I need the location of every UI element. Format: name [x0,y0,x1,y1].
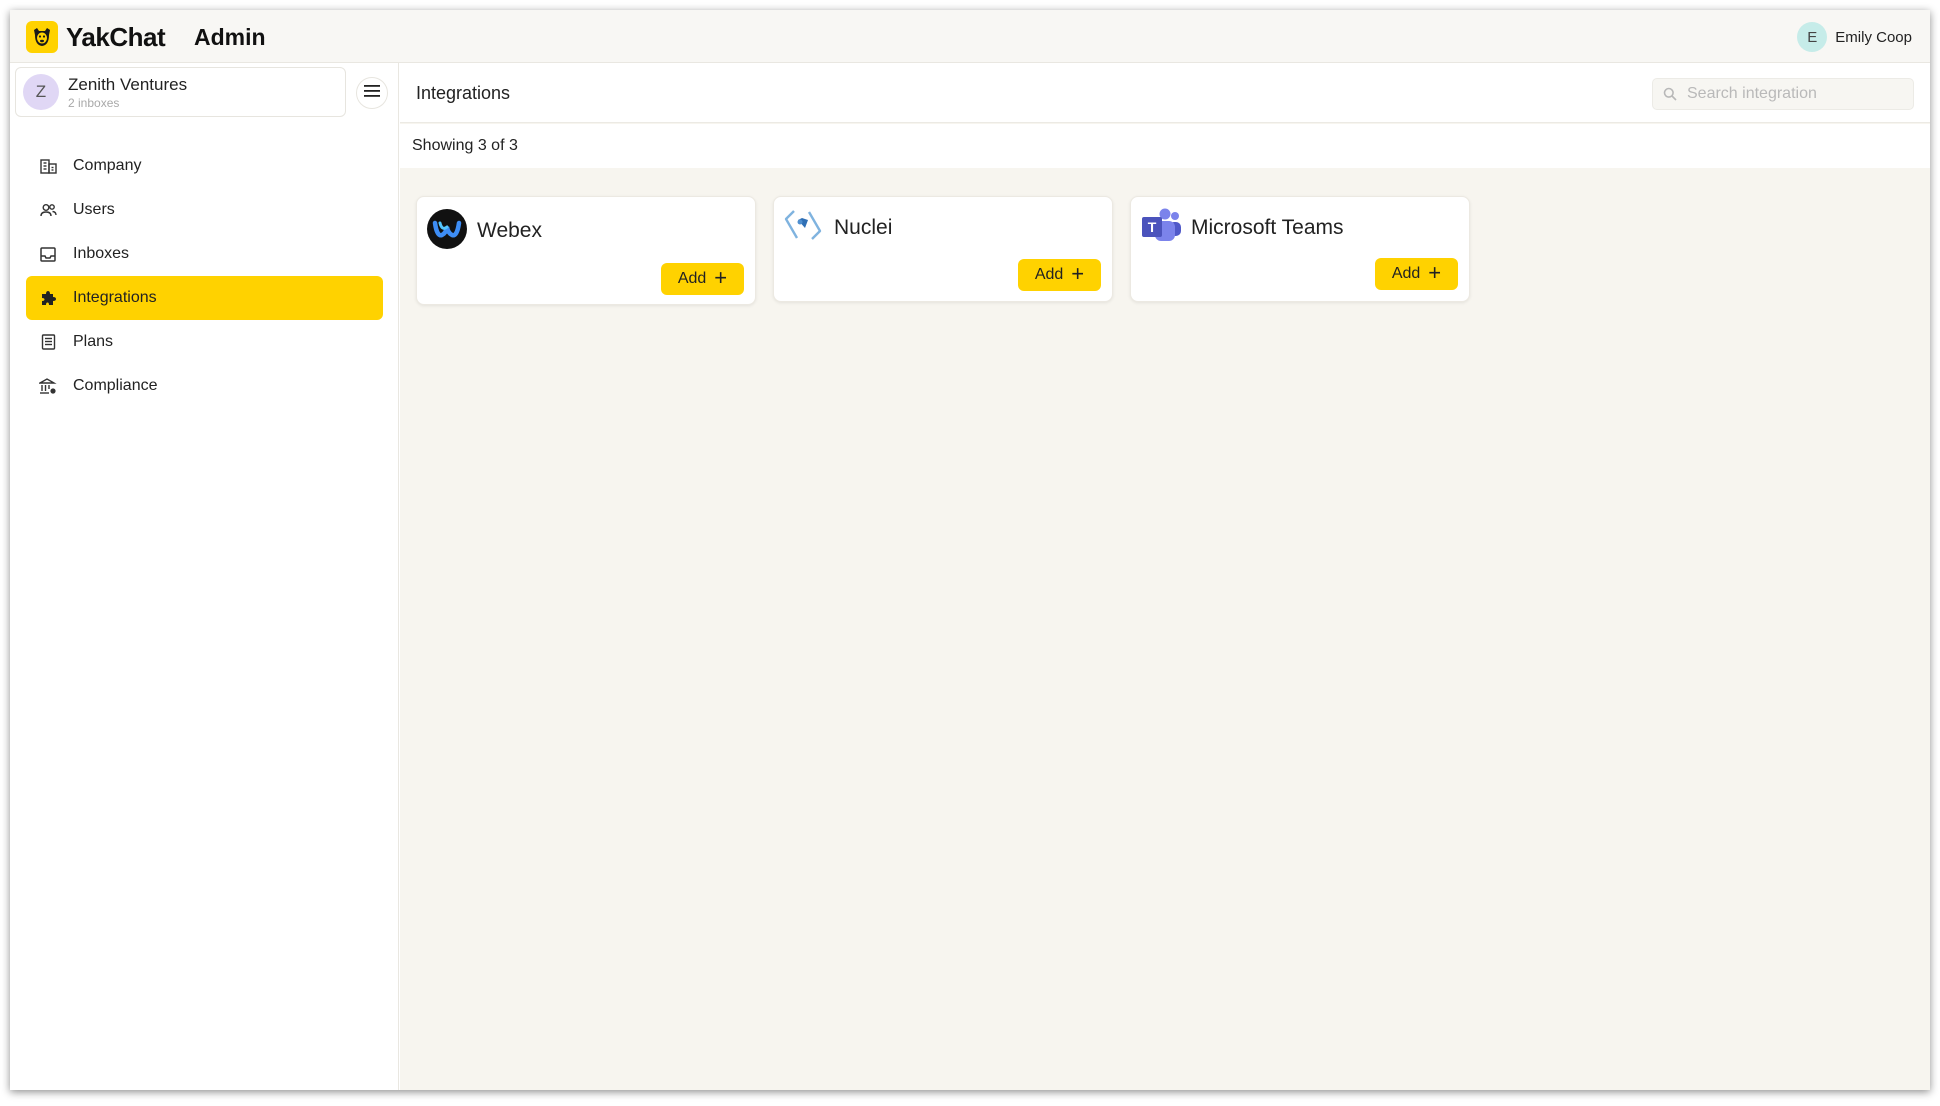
nuclei-logo-icon [784,208,824,248]
add-button-label: Add [1391,265,1421,282]
sidebar-item-company[interactable]: Company [26,144,383,188]
org-inbox-count: 2 inboxes [68,95,120,110]
integration-name: Nuclei [834,216,893,239]
sidebar-item-label: Integrations [73,289,157,306]
user-avatar[interactable]: E [1797,22,1828,52]
inbox-icon [39,245,57,263]
brand-name: YakChat [66,22,166,52]
org-switcher[interactable]: Z Zenith Ventures 2 inboxes [15,67,346,117]
plus-icon: + [1071,261,1085,286]
sidebar-item-label: Users [73,201,115,218]
webex-logo-icon [427,209,467,249]
org-avatar: Z [23,74,59,110]
sidebar-item-compliance[interactable]: Compliance [26,364,383,408]
app-window: YakChat Admin E Emily Coop Z Zenith Vent… [10,10,1930,1090]
sidebar: Z Zenith Ventures 2 inboxes Company User… [10,63,399,1090]
sidebar-item-label: Plans [73,333,114,350]
puzzle-icon [39,289,57,307]
search-box[interactable] [1652,78,1914,110]
integration-name: Webex [477,219,542,242]
document-icon [39,333,57,351]
collapse-menu-button[interactable] [356,77,388,109]
plus-icon: + [714,265,728,290]
plus-icon: + [1428,260,1442,285]
add-button-label: Add [1034,266,1064,283]
page-title: Integrations [416,83,511,103]
bank-icon [39,377,57,395]
users-icon [39,201,57,219]
integration-name: Microsoft Teams [1191,216,1344,239]
microsoft-teams-logo-icon: T [1141,207,1181,247]
sidebar-item-label: Compliance [73,377,158,394]
sidebar-item-plans[interactable]: Plans [26,320,383,364]
integration-card-microsoft-teams: T Microsoft Teams Add + [1130,196,1470,302]
page-header: Integrations [400,63,1930,123]
top-bar: YakChat Admin E Emily Coop [10,10,1930,63]
add-webex-button[interactable]: Add + [661,263,744,295]
add-nuclei-button[interactable]: Add + [1018,259,1101,291]
add-microsoft-teams-button[interactable]: Add + [1375,258,1458,290]
main-content: Integrations Showing 3 of 3 [400,63,1930,1090]
search-icon [1663,86,1679,102]
sidebar-item-integrations[interactable]: Integrations [26,276,383,320]
org-name: Zenith Ventures [68,74,188,94]
sidebar-item-label: Company [73,157,142,174]
integration-card-nuclei: Nuclei Add + [773,196,1113,302]
sidebar-item-users[interactable]: Users [26,188,383,232]
user-name[interactable]: Emily Coop [1835,29,1912,46]
section-title: Admin [194,24,266,50]
sidebar-item-label: Inboxes [73,245,130,262]
hamburger-icon [364,84,380,103]
sidebar-nav: Company Users Inboxes Integrations Plans… [26,144,383,408]
user-menu[interactable]: E Emily Coop [1797,22,1912,52]
results-count: Showing 3 of 3 [412,137,518,154]
building-icon [39,157,57,175]
sidebar-item-inboxes[interactable]: Inboxes [26,232,383,276]
search-input[interactable] [1687,85,1907,103]
add-button-label: Add [677,270,707,287]
integration-card-webex: Webex Add + [416,196,756,305]
results-count-bar: Showing 3 of 3 [400,124,1930,168]
yakchat-logo-icon[interactable] [26,21,58,53]
svg-text:T: T [1148,219,1157,235]
